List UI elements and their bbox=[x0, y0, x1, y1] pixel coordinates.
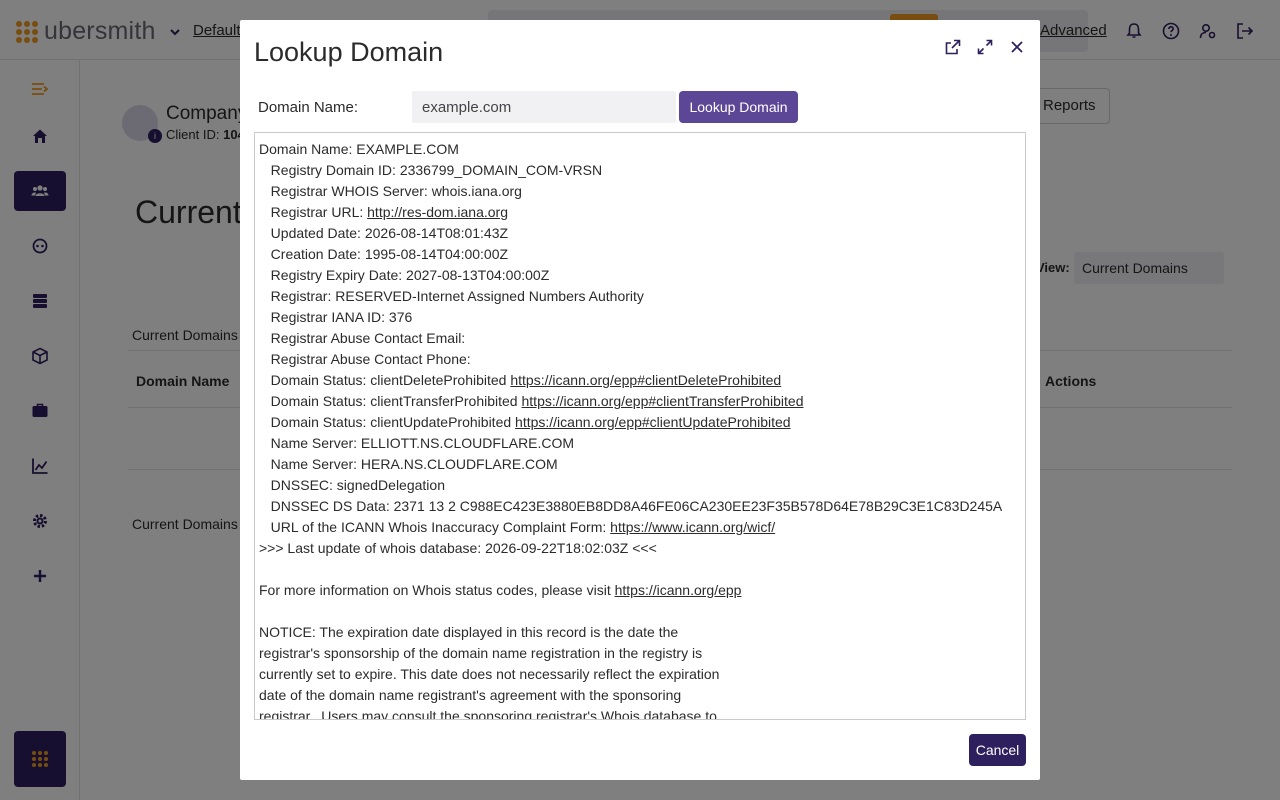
whois-result-line: Updated Date: 2026-08-14T08:01:43Z bbox=[259, 223, 1021, 244]
whois-result-line: Registry Domain ID: 2336799_DOMAIN_COM-V… bbox=[259, 160, 1021, 181]
whois-result-line: URL of the ICANN Whois Inaccuracy Compla… bbox=[259, 517, 1021, 538]
whois-result-line: currently set to expire. This date does … bbox=[259, 664, 1021, 685]
whois-result-line: Registrar Abuse Contact Email: bbox=[259, 328, 1021, 349]
whois-line-text: For more information on Whois status cod… bbox=[259, 582, 615, 598]
whois-line-text: DNSSEC DS Data: 2371 13 2 C988EC423E3880… bbox=[259, 498, 1003, 514]
whois-result-line: Registry Expiry Date: 2027-08-13T04:00:0… bbox=[259, 265, 1021, 286]
whois-line-link[interactable]: https://www.icann.org/wicf/ bbox=[610, 519, 775, 535]
whois-result-line: Name Server: ELLIOTT.NS.CLOUDFLARE.COM bbox=[259, 433, 1021, 454]
whois-line-text: Name Server: HERA.NS.CLOUDFLARE.COM bbox=[259, 456, 558, 472]
whois-result-line: NOTICE: The expiration date displayed in… bbox=[259, 622, 1021, 643]
whois-line-text: Domain Name: EXAMPLE.COM bbox=[259, 141, 459, 157]
whois-line-text: DNSSEC: signedDelegation bbox=[259, 477, 445, 493]
lookup-domain-dialog: Lookup Domain Domain Name: Lookup Domain… bbox=[240, 20, 1040, 780]
dialog-title: Lookup Domain bbox=[254, 37, 444, 67]
whois-result-line: Registrar WHOIS Server: whois.iana.org bbox=[259, 181, 1021, 202]
whois-results-panel[interactable]: Domain Name: EXAMPLE.COM Registry Domain… bbox=[254, 132, 1026, 720]
lookup-domain-button[interactable]: Lookup Domain bbox=[679, 91, 798, 123]
whois-result-line: >>> Last update of whois database: 2026-… bbox=[259, 538, 1021, 559]
whois-line-text: Registrar Abuse Contact Email: bbox=[259, 330, 466, 346]
whois-result-line: Registrar: RESERVED-Internet Assigned Nu… bbox=[259, 286, 1021, 307]
whois-line-text: Creation Date: 1995-08-14T04:00:00Z bbox=[259, 246, 509, 262]
whois-result-line: Registrar Abuse Contact Phone: bbox=[259, 349, 1021, 370]
whois-result-line: Domain Status: clientTransferProhibited … bbox=[259, 391, 1021, 412]
whois-line-text: NOTICE: The expiration date displayed in… bbox=[259, 624, 679, 640]
whois-line-link[interactable]: https://icann.org/epp#clientTransferProh… bbox=[522, 393, 804, 409]
whois-result-line: DNSSEC: signedDelegation bbox=[259, 475, 1021, 496]
whois-line-text: currently set to expire. This date does … bbox=[259, 666, 720, 682]
whois-result-line: Name Server: HERA.NS.CLOUDFLARE.COM bbox=[259, 454, 1021, 475]
whois-line-text: Registrar IANA ID: 376 bbox=[259, 309, 413, 325]
whois-line-text: Domain Status: clientDeleteProhibited bbox=[259, 372, 511, 388]
whois-line-text: Registry Domain ID: 2336799_DOMAIN_COM-V… bbox=[259, 162, 603, 178]
whois-line-link[interactable]: https://icann.org/epp#clientDeleteProhib… bbox=[510, 372, 781, 388]
whois-line-link[interactable]: https://icann.org/epp#clientUpdateProhib… bbox=[515, 414, 791, 430]
cancel-button[interactable]: Cancel bbox=[969, 734, 1026, 766]
whois-line-text: Registrar WHOIS Server: whois.iana.org bbox=[259, 183, 522, 199]
whois-line-text: Updated Date: 2026-08-14T08:01:43Z bbox=[259, 225, 509, 241]
whois-line-link[interactable]: http://res-dom.iana.org bbox=[367, 204, 508, 220]
whois-line-text: Registrar Abuse Contact Phone: bbox=[259, 351, 471, 367]
whois-result-line: Domain Status: clientDeleteProhibited ht… bbox=[259, 370, 1021, 391]
domain-name-input[interactable] bbox=[412, 91, 676, 123]
whois-line-text: registrar. Users may consult the sponsor… bbox=[259, 708, 717, 720]
whois-line-link[interactable]: https://icann.org/epp bbox=[615, 582, 742, 598]
whois-result-line: DNSSEC DS Data: 2371 13 2 C988EC423E3880… bbox=[259, 496, 1021, 517]
domain-name-label: Domain Name: bbox=[258, 99, 359, 116]
whois-result-line: Creation Date: 1995-08-14T04:00:00Z bbox=[259, 244, 1021, 265]
whois-result-line bbox=[259, 559, 1021, 580]
whois-line-text: Domain Status: clientUpdateProhibited bbox=[259, 414, 516, 430]
whois-line-text: Registrar: RESERVED-Internet Assigned Nu… bbox=[259, 288, 644, 304]
open-external-icon[interactable] bbox=[945, 39, 961, 55]
expand-icon[interactable] bbox=[977, 39, 993, 55]
close-icon[interactable] bbox=[1009, 39, 1025, 55]
whois-result-line: Registrar IANA ID: 376 bbox=[259, 307, 1021, 328]
whois-result-line: For more information on Whois status cod… bbox=[259, 580, 1021, 601]
whois-result-line: Registrar URL: http://res-dom.iana.org bbox=[259, 202, 1021, 223]
whois-result-line: Domain Name: EXAMPLE.COM bbox=[259, 139, 1021, 160]
whois-line-text: registrar's sponsorship of the domain na… bbox=[259, 645, 703, 661]
whois-line-text: Registry Expiry Date: 2027-08-13T04:00:0… bbox=[259, 267, 550, 283]
whois-line-text: Name Server: ELLIOTT.NS.CLOUDFLARE.COM bbox=[259, 435, 575, 451]
whois-result-line: Domain Status: clientUpdateProhibited ht… bbox=[259, 412, 1021, 433]
whois-result-line: date of the domain name registrant's agr… bbox=[259, 685, 1021, 706]
whois-line-text: URL of the ICANN Whois Inaccuracy Compla… bbox=[259, 519, 611, 535]
whois-result-line: registrar. Users may consult the sponsor… bbox=[259, 706, 1021, 720]
whois-line-text: Registrar URL: bbox=[259, 204, 368, 220]
whois-result-line: registrar's sponsorship of the domain na… bbox=[259, 643, 1021, 664]
whois-result-line bbox=[259, 601, 1021, 622]
whois-line-text: >>> Last update of whois database: 2026-… bbox=[259, 540, 657, 556]
whois-line-text: Domain Status: clientTransferProhibited bbox=[259, 393, 522, 409]
whois-line-text: date of the domain name registrant's agr… bbox=[259, 687, 682, 703]
